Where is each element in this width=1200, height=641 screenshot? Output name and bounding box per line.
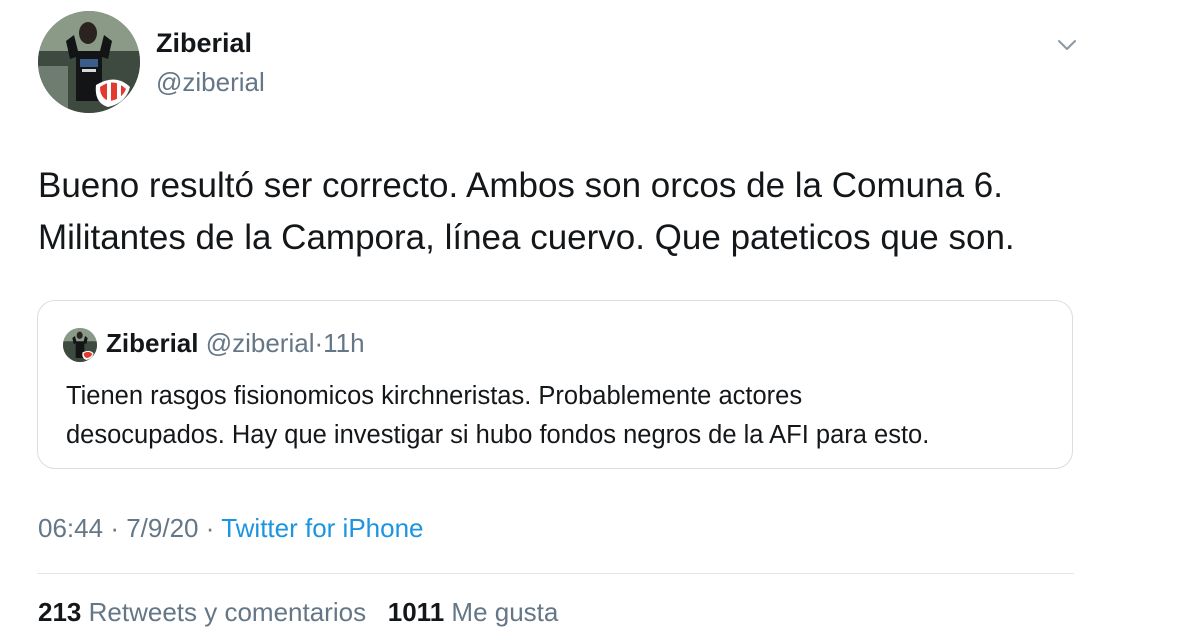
author-avatar[interactable]	[38, 11, 140, 113]
divider	[37, 573, 1074, 574]
quoted-separator: ·	[314, 328, 324, 358]
retweets-stat[interactable]: 213 Retweets y comentarios	[38, 597, 373, 627]
avatar-photo	[38, 11, 140, 113]
avatar-photo	[63, 328, 97, 362]
quoted-text: Tienen rasgos fisionomicos kirchneristas…	[66, 377, 1056, 455]
chevron-down-icon[interactable]	[1052, 30, 1082, 60]
tweet-text: Bueno resultó ser correcto. Ambos son or…	[38, 160, 1148, 264]
meta-separator: ·	[205, 513, 215, 543]
meta-separator: ·	[110, 513, 119, 543]
quoted-author-name: Ziberial	[106, 328, 199, 358]
quoted-time: 11h	[323, 328, 365, 358]
author-handle[interactable]: @ziberial	[156, 67, 265, 98]
quoted-header: Ziberial @ziberial·11h	[106, 328, 365, 359]
quoted-tweet-card[interactable]: Ziberial @ziberial·11h Tienen rasgos fis…	[37, 300, 1073, 469]
author-name[interactable]: Ziberial	[156, 28, 252, 59]
retweets-label: Retweets y comentarios	[88, 597, 367, 627]
likes-count: 1011	[387, 597, 445, 627]
tweet-stats: 213 Retweets y comentarios 1011 Me gusta	[38, 597, 558, 628]
quoted-author-handle: @ziberial	[205, 328, 315, 358]
quoted-text-line: desocupados. Hay que investigar si hubo …	[66, 421, 930, 449]
tweet-meta: 06:44 · 7/9/20 · Twitter for iPhone	[38, 513, 424, 544]
quoted-author-avatar	[63, 328, 97, 362]
tweet-date[interactable]: 7/9/20	[126, 513, 198, 543]
tweet-time: 06:44	[38, 513, 104, 543]
likes-stat[interactable]: 1011 Me gusta	[388, 597, 559, 627]
tweet-text-line: Militantes de la Campora, línea cuervo. …	[38, 218, 1015, 257]
quoted-text-line: Tienen rasgos fisionomicos kirchneristas…	[66, 382, 803, 410]
tweet-text-line: Bueno resultó ser correcto. Ambos son or…	[38, 166, 1003, 205]
tweet-source-link[interactable]: Twitter for iPhone	[221, 513, 423, 543]
likes-label: Me gusta	[451, 597, 559, 627]
retweets-count: 213	[38, 597, 82, 627]
